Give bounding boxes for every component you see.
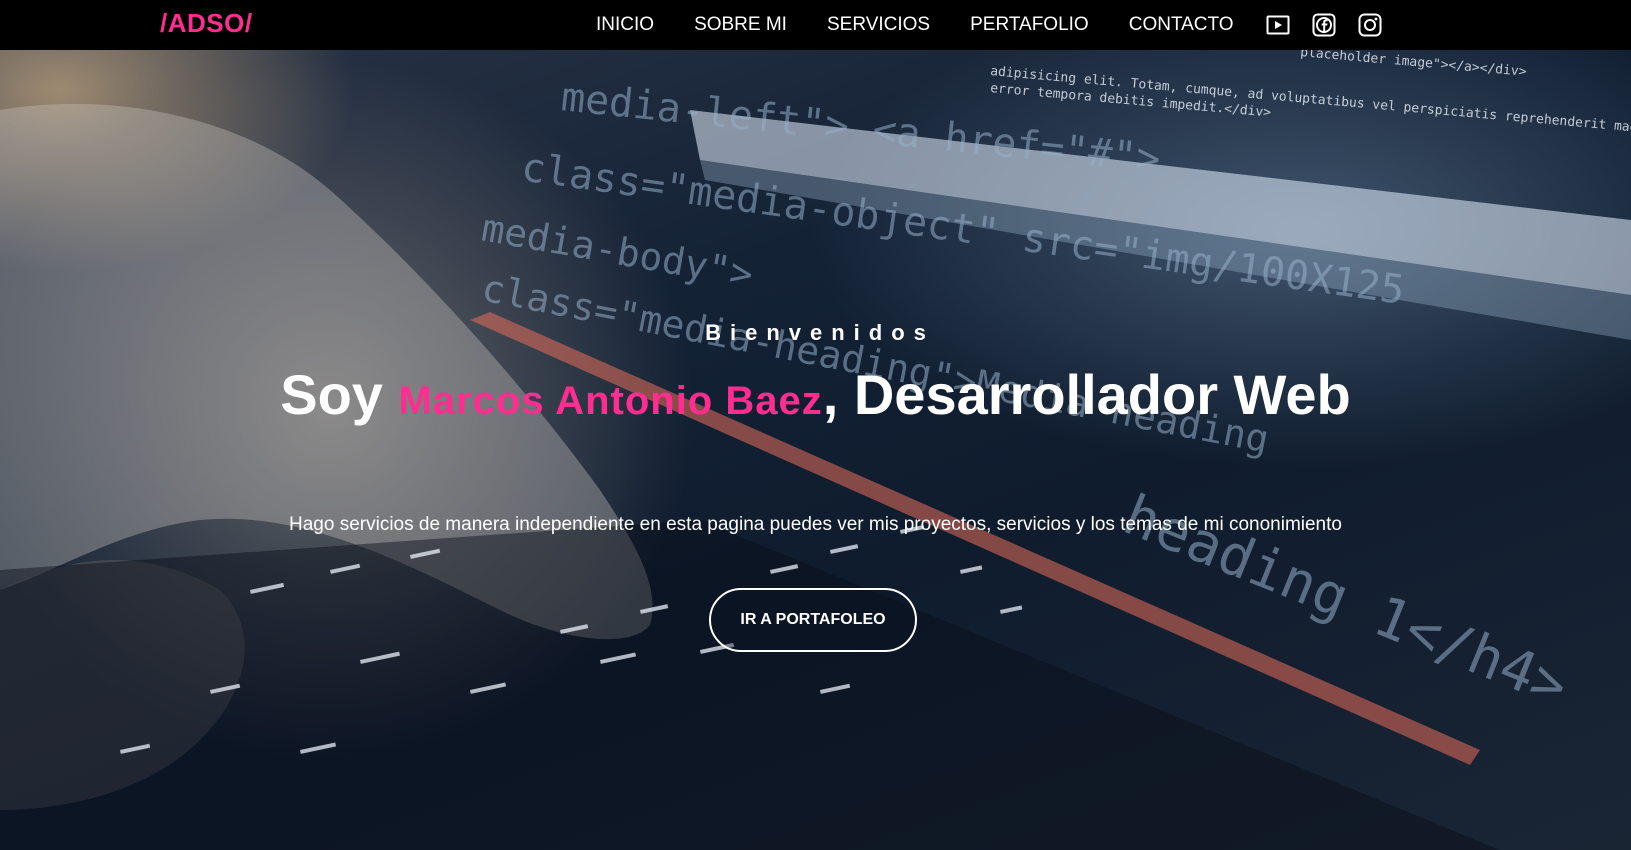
- hero-section: media-left"> <a href="#"> class="media-o…: [0, 50, 1631, 850]
- nav-links: INICIO SOBRE MI SERVICIOS PERTAFOLIO CON…: [596, 0, 1234, 50]
- nav-link-inicio[interactable]: INICIO: [596, 14, 654, 36]
- hero-eyebrow: Bienvenidos: [705, 320, 935, 345]
- portfolio-button[interactable]: IR A PORTAFOLEO: [709, 588, 917, 652]
- nav-link-servicios[interactable]: SERVICIOS: [827, 14, 930, 36]
- hero-title: Soy Marcos Antonio Baez, Desarrollador W…: [0, 362, 1631, 427]
- nav-link-contacto[interactable]: CONTACTO: [1129, 14, 1234, 36]
- instagram-icon[interactable]: [1358, 13, 1382, 37]
- social-icons: [1266, 13, 1382, 37]
- brand-logo[interactable]: /ADSO/: [160, 8, 253, 39]
- nav-link-portafolio[interactable]: PERTAFOLIO: [970, 14, 1089, 36]
- nav-link-sobre-mi[interactable]: SOBRE MI: [694, 14, 787, 36]
- facebook-icon[interactable]: [1312, 13, 1336, 37]
- hero-content: Bienvenidos Soy Marcos Antonio Baez, Des…: [0, 50, 1631, 850]
- hero-title-suffix: , Desarrollador Web: [822, 363, 1351, 426]
- youtube-icon[interactable]: [1266, 13, 1290, 37]
- hero-title-prefix: Soy: [280, 363, 399, 426]
- hero-name: Marcos Antonio Baez: [398, 379, 823, 423]
- hero-description: Hago servicios de manera independiente e…: [289, 514, 1342, 535]
- page: /ADSO/ INICIO SOBRE MI SERVICIOS PERTAFO…: [0, 0, 1631, 850]
- navbar: /ADSO/ INICIO SOBRE MI SERVICIOS PERTAFO…: [0, 0, 1631, 50]
